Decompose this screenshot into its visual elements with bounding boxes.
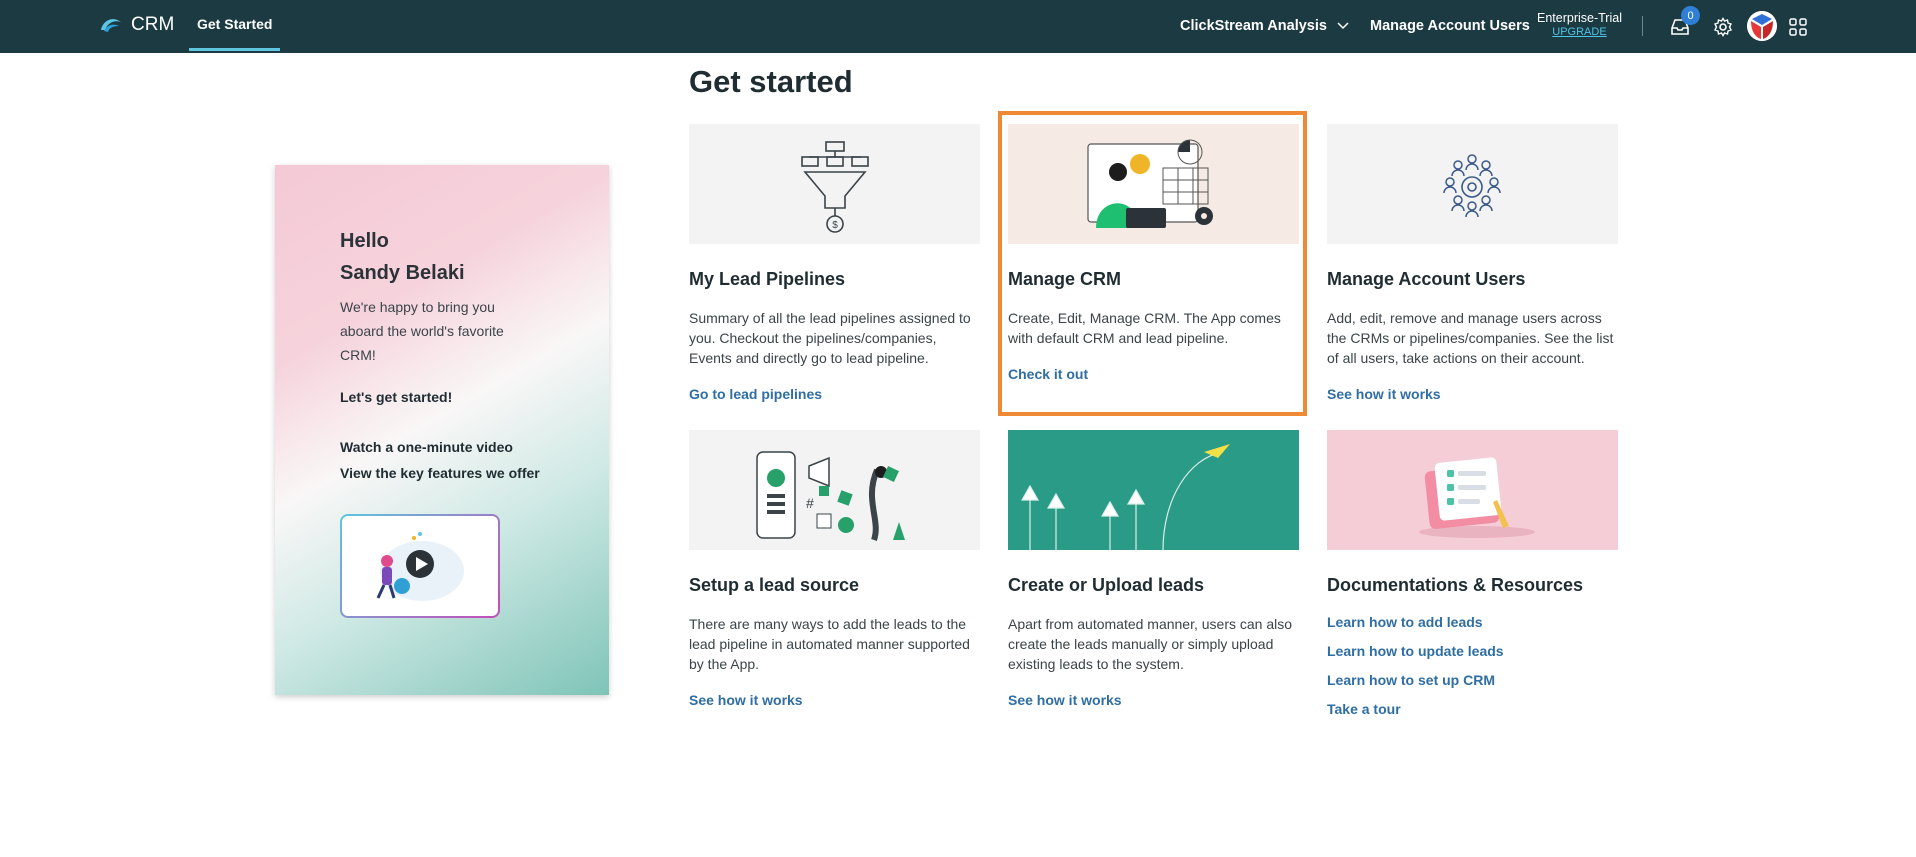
watch-video-link[interactable]: Watch a one-minute video xyxy=(340,439,513,455)
learn-update-leads-link[interactable]: Learn how to update leads xyxy=(1327,643,1504,659)
card-title: Manage CRM xyxy=(1008,269,1122,289)
plan-info: Enterprise-Trial UPGRADE xyxy=(1537,11,1622,38)
card-create-upload-leads: Create or Upload leads Apart from automa… xyxy=(1008,430,1299,720)
card-title: Setup a lead source xyxy=(689,575,860,595)
card-title: My Lead Pipelines xyxy=(689,269,846,289)
card-description: Add, edit, remove and manage users acros… xyxy=(1327,310,1614,366)
top-navbar: CRM Get Started ClickStream Analysis Man… xyxy=(0,0,1916,53)
users-network-illustration xyxy=(1443,154,1501,218)
page-title: Get started xyxy=(689,64,853,99)
welcome-intro: We're happy to bring you aboard the worl… xyxy=(340,299,504,363)
plan-name: Enterprise-Trial xyxy=(1537,11,1622,25)
crm-logo-icon xyxy=(101,19,121,32)
card-description: Summary of all the lead pipelines assign… xyxy=(689,310,971,366)
video-thumbnail[interactable] xyxy=(340,514,500,618)
brand[interactable]: CRM xyxy=(99,14,174,36)
brand-name: CRM xyxy=(131,14,175,35)
notification-badge: 0 xyxy=(1681,6,1700,25)
card-image: $ xyxy=(689,124,980,244)
video-illustration xyxy=(376,532,464,601)
funnel-illustration: $ xyxy=(801,141,869,233)
chevron-down-icon xyxy=(1337,22,1349,30)
card-lead-pipelines: $ My Lead Pipelines Summary of all the l… xyxy=(689,124,980,414)
gear-icon[interactable] xyxy=(1713,17,1733,37)
view-features-link[interactable]: View the key features we offer xyxy=(340,465,540,481)
greeting-user-name: Sandy Belaki xyxy=(340,262,465,284)
take-a-tour-link[interactable]: Take a tour xyxy=(1327,701,1401,717)
tab-get-started[interactable]: Get Started xyxy=(189,0,281,51)
avatar-logo-icon xyxy=(1747,11,1777,41)
card-setup-lead-source: # Setup a lead source There are many way… xyxy=(689,430,980,720)
see-how-it-works-link[interactable]: See how it works xyxy=(1327,386,1441,402)
workspace-name: ClickStream Analysis xyxy=(1180,18,1327,34)
learn-add-leads-link[interactable]: Learn how to add leads xyxy=(1327,614,1483,630)
card-image xyxy=(1327,430,1618,550)
card-image xyxy=(1008,430,1299,550)
greeting: Hello Sandy Belaki xyxy=(340,225,465,289)
card-title: Manage Account Users xyxy=(1327,269,1526,289)
see-how-it-works-link[interactable]: See how it works xyxy=(1008,692,1122,708)
manage-crm-illustration xyxy=(1087,139,1213,228)
card-description: Apart from automated manner, users can a… xyxy=(1008,616,1293,672)
lead-source-illustration: # xyxy=(756,451,905,541)
card-manage-crm: Manage CRM Create, Edit, Manage CRM. The… xyxy=(1008,124,1299,414)
card-documentations-resources: Documentations & Resources Learn how to … xyxy=(1327,430,1618,730)
welcome-panel: Hello Sandy Belaki We're happy to bring … xyxy=(275,165,609,695)
go-to-lead-pipelines-link[interactable]: Go to lead pipelines xyxy=(689,386,822,402)
see-how-it-works-link[interactable]: See how it works xyxy=(689,692,803,708)
avatar[interactable] xyxy=(1747,11,1777,41)
topbar-divider xyxy=(1642,16,1643,36)
apps-grid-icon[interactable] xyxy=(1789,18,1807,36)
learn-setup-crm-link[interactable]: Learn how to set up CRM xyxy=(1327,672,1495,688)
card-title: Create or Upload leads xyxy=(1008,575,1205,595)
greeting-hello: Hello xyxy=(340,230,389,252)
svg-text:#: # xyxy=(806,495,814,511)
manage-account-users-link[interactable]: Manage Account Users xyxy=(1370,18,1530,34)
card-image xyxy=(1008,124,1299,244)
card-image xyxy=(1327,124,1618,244)
lets-get-started: Let's get started! xyxy=(340,389,453,405)
card-manage-account-users: Manage Account Users Add, edit, remove a… xyxy=(1327,124,1618,414)
upgrade-link[interactable]: UPGRADE xyxy=(1537,26,1622,38)
workspace-selector[interactable]: ClickStream Analysis xyxy=(1180,18,1349,34)
card-description: There are many ways to add the leads to … xyxy=(689,616,970,672)
documents-illustration xyxy=(1419,457,1535,538)
check-it-out-link[interactable]: Check it out xyxy=(1008,366,1088,382)
card-image: # xyxy=(689,430,980,550)
card-title: Documentations & Resources xyxy=(1327,575,1584,595)
upload-arrows-illustration xyxy=(1020,444,1230,550)
svg-text:$: $ xyxy=(832,220,838,231)
card-description: Create, Edit, Manage CRM. The App comes … xyxy=(1008,310,1281,346)
